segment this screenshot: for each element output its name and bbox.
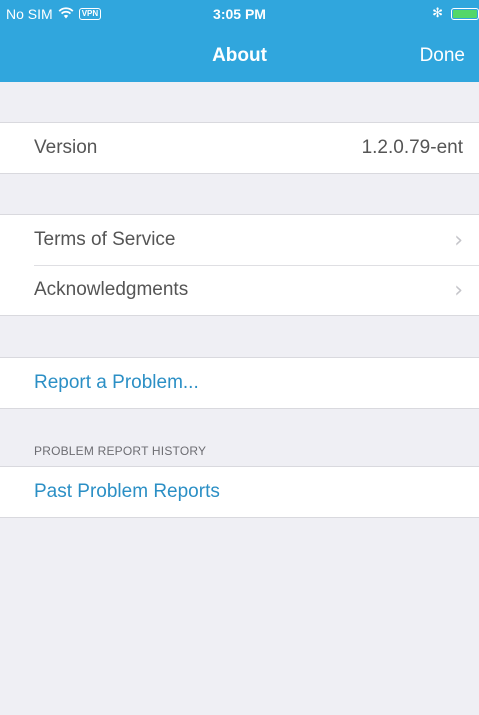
status-bar: No SIM VPN 3:05 PM ✻ [0,0,479,28]
report-problem-link[interactable]: Report a Problem... [34,372,463,394]
terms-of-service-row[interactable]: Terms of Service › [0,215,479,265]
history-group: Past Problem Reports [0,466,479,518]
status-right: ✻ [432,6,479,21]
done-button[interactable]: Done [420,45,465,67]
acknowledgments-label: Acknowledgments [34,279,189,300]
bluetooth-icon: ✻ [432,6,443,21]
navigation-header: No SIM VPN 3:05 PM ✻ About Done [0,0,479,82]
info-group: Terms of Service › Acknowledgments › [0,214,479,316]
page-title: About [212,45,267,66]
version-row: Version 1.2.0.79-ent [0,123,479,173]
report-problem-row[interactable]: Report a Problem... [0,358,479,408]
chevron-right-icon: › [454,227,463,253]
version-value: 1.2.0.79-ent [361,137,463,158]
battery-icon [451,7,479,20]
status-time: 3:05 PM [213,6,266,22]
terms-of-service-label: Terms of Service [34,229,176,250]
past-problem-reports-link[interactable]: Past Problem Reports [34,481,463,503]
chevron-right-icon: › [454,277,463,303]
problem-report-history-header: PROBLEM REPORT HISTORY [34,444,207,458]
acknowledgments-row[interactable]: Acknowledgments › [0,265,479,315]
report-group: Report a Problem... [0,357,479,409]
version-label: Version [34,137,98,158]
version-group: Version 1.2.0.79-ent [0,122,479,174]
battery-fill [453,9,477,18]
past-problem-reports-row[interactable]: Past Problem Reports [0,467,479,517]
